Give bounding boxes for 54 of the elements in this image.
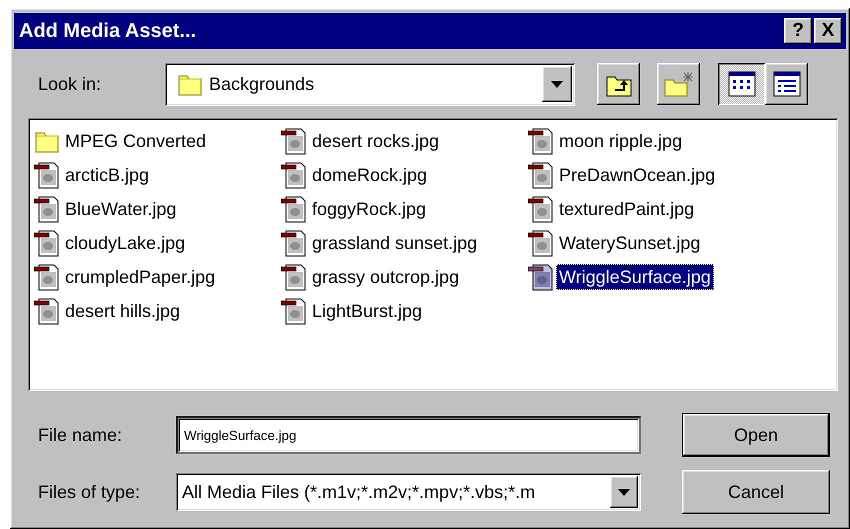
list-view-button[interactable]: [718, 63, 765, 105]
file-item[interactable]: foggyRock.jpg: [309, 196, 430, 222]
image-file-icon: [34, 297, 60, 325]
file-item[interactable]: LightBurst.jpg: [309, 298, 426, 324]
up-folder-button[interactable]: [597, 63, 640, 105]
cancel-button[interactable]: Cancel: [682, 470, 830, 514]
list-view-icon: [728, 71, 756, 97]
file-item[interactable]: domeRock.jpg: [309, 162, 430, 188]
file-item[interactable]: desert rocks.jpg: [309, 128, 442, 154]
file-item[interactable]: texturedPaint.jpg: [556, 196, 698, 222]
image-file-icon: [281, 297, 307, 325]
new-folder-icon: [662, 70, 694, 98]
file-name-label: File name:: [38, 424, 124, 446]
image-file-icon: [34, 195, 60, 223]
look-in-dropdown[interactable]: Backgrounds: [165, 62, 575, 106]
image-file-icon: [528, 127, 554, 155]
details-view-button[interactable]: [765, 63, 808, 105]
help-button[interactable]: ?: [784, 18, 812, 44]
image-file-icon: [281, 161, 307, 189]
image-file-icon: [281, 127, 307, 155]
look-in-label: Look in:: [37, 74, 102, 94]
file-name-field[interactable]: WriggleSurface.jpg: [176, 416, 641, 454]
file-item[interactable]: moon ripple.jpg: [556, 128, 686, 154]
image-file-icon: [528, 229, 554, 257]
image-file-icon: [34, 161, 60, 189]
new-folder-button[interactable]: [657, 63, 700, 105]
file-item[interactable]: BlueWater.jpg: [62, 196, 180, 222]
file-item[interactable]: WriggleSurface.jpg: [556, 264, 714, 290]
image-file-icon: [281, 229, 307, 257]
image-file-icon: [34, 263, 60, 291]
file-item[interactable]: desert hills.jpg: [62, 298, 184, 324]
file-item[interactable]: WaterySunset.jpg: [556, 230, 704, 256]
image-file-icon: [528, 263, 554, 291]
folder-name: Backgrounds: [209, 74, 314, 94]
open-button[interactable]: Open: [682, 413, 830, 457]
image-file-icon: [34, 229, 60, 257]
image-file-icon: [528, 195, 554, 223]
file-item[interactable]: grassy outcrop.jpg: [309, 264, 462, 290]
details-view-icon: [772, 71, 800, 97]
dropdown-arrow-icon[interactable]: [618, 488, 630, 496]
dropdown-arrow-icon[interactable]: [551, 80, 563, 88]
image-file-icon: [281, 195, 307, 223]
file-type-label: Files of type:: [38, 482, 142, 502]
file-item[interactable]: PreDawnOcean.jpg: [556, 162, 718, 188]
window-title: Add Media Asset...: [19, 20, 198, 42]
file-item[interactable]: cloudyLake.jpg: [62, 230, 188, 256]
image-file-icon: [528, 161, 554, 189]
file-type-dropdown[interactable]: All Media Files (*.m1v;*.m2v;*.mpv;*.vbs;*.m: [176, 473, 641, 511]
close-button[interactable]: X: [814, 18, 842, 44]
file-item[interactable]: arcticB.jpg: [62, 162, 152, 188]
folder-item[interactable]: MPEG Converted: [62, 128, 210, 154]
image-file-icon: [281, 263, 307, 291]
file-item[interactable]: grassland sunset.jpg: [309, 230, 480, 256]
file-item[interactable]: crumpledPaper.jpg: [62, 264, 218, 290]
